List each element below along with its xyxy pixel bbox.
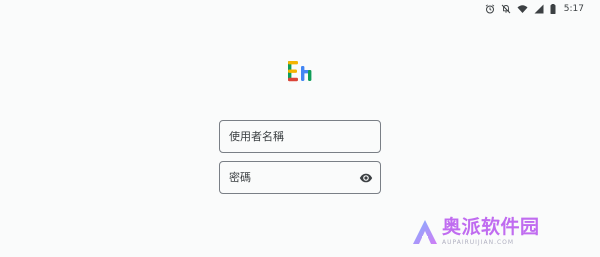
- password-input[interactable]: [229, 162, 359, 193]
- alarm-icon: [485, 4, 495, 14]
- clock-time: 5:17: [563, 4, 584, 14]
- battery-icon: [550, 4, 556, 14]
- signal-icon: [534, 4, 544, 14]
- wifi-icon: [517, 5, 528, 13]
- password-field[interactable]: [219, 161, 381, 194]
- eye-icon[interactable]: [359, 171, 373, 185]
- username-field[interactable]: [219, 120, 381, 153]
- watermark-logo-icon: [413, 220, 437, 244]
- username-input[interactable]: [229, 121, 359, 152]
- status-bar: 5:17: [420, 0, 600, 18]
- watermark-brand-name: 奥派软件园: [442, 216, 540, 238]
- watermark-domain: AUPAIRUIJIAN.COM: [442, 239, 515, 246]
- app-logo-icon: [288, 61, 312, 82]
- vibrate-off-icon: [501, 4, 511, 14]
- watermark: 奥派软件园 AUPAIRUIJIAN.COM: [412, 214, 592, 250]
